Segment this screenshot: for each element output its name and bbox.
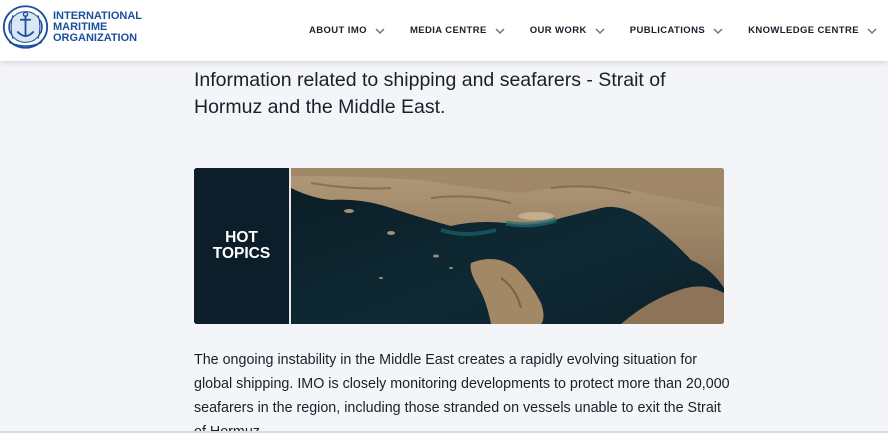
intro-paragraph: The ongoing instability in the Middle Ea… bbox=[194, 352, 730, 433]
imo-emblem-icon bbox=[2, 5, 49, 49]
chevron-down-icon bbox=[867, 28, 877, 34]
chevron-down-icon bbox=[713, 28, 723, 34]
logo-line-1: INTERNATIONAL bbox=[52, 9, 142, 22]
logo-line-3: ORGANIZATION bbox=[52, 31, 138, 44]
chevron-down-icon bbox=[375, 28, 385, 34]
hot-topics-banner[interactable]: HOT TOPICS bbox=[194, 168, 724, 324]
main-content: Information related to shipping and seaf… bbox=[194, 61, 734, 433]
imo-logo[interactable]: INTERNATIONAL MARITIME ORGANIZATION bbox=[2, 2, 142, 52]
main-nav: ABOUT IMO MEDIA CENTRE OUR WORK PUBLICAT… bbox=[309, 0, 878, 61]
nav-knowledge-centre-label: KNOWLEDGE CENTRE bbox=[748, 25, 859, 36]
nav-publications[interactable]: PUBLICATIONS bbox=[630, 25, 724, 36]
chevron-down-icon bbox=[495, 28, 505, 34]
nav-publications-label: PUBLICATIONS bbox=[629, 25, 706, 36]
nav-media-centre[interactable]: MEDIA CENTRE bbox=[410, 25, 506, 36]
nav-about-imo-label: ABOUT IMO bbox=[308, 25, 367, 36]
strait-of-hormuz-satellite-image bbox=[291, 168, 724, 324]
nav-about-imo[interactable]: ABOUT IMO bbox=[309, 25, 386, 36]
nav-knowledge-centre[interactable]: KNOWLEDGE CENTRE bbox=[748, 25, 878, 36]
nav-our-work[interactable]: OUR WORK bbox=[530, 25, 606, 36]
hot-topics-label-panel: HOT TOPICS bbox=[194, 168, 289, 324]
site-header: INTERNATIONAL MARITIME ORGANIZATION ABOU… bbox=[0, 0, 888, 61]
hot-topics-label-line-2: TOPICS bbox=[212, 245, 271, 262]
logo-wordmark: INTERNATIONAL MARITIME ORGANIZATION bbox=[52, 9, 142, 44]
nav-media-centre-label: MEDIA CENTRE bbox=[409, 25, 487, 36]
chevron-down-icon bbox=[595, 28, 605, 34]
hot-topics-label: HOT TOPICS bbox=[213, 230, 270, 262]
nav-our-work-label: OUR WORK bbox=[529, 25, 587, 36]
logo-line-2: MARITIME bbox=[52, 20, 108, 33]
page-title: Information related to shipping and seaf… bbox=[194, 69, 666, 118]
hot-topics-label-line-1: HOT bbox=[225, 229, 258, 246]
